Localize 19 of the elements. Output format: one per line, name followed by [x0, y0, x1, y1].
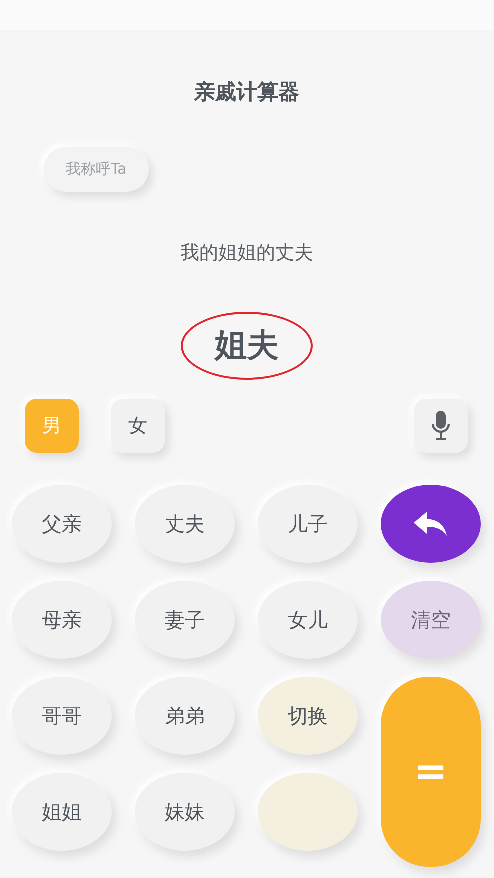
switch-button[interactable]: 切换: [258, 677, 358, 755]
microphone-icon: [432, 411, 450, 441]
app-title: 亲戚计算器: [193, 79, 300, 106]
circled-result-text: 姐夫: [181, 312, 313, 380]
clear-button[interactable]: 清空: [381, 581, 481, 659]
relation-key[interactable]: 父亲: [12, 485, 112, 563]
gender-button[interactable]: 女: [111, 399, 165, 453]
undo-arrow-icon: [414, 512, 448, 536]
microphone-button[interactable]: [414, 399, 468, 453]
relation-key[interactable]: 丈夫: [135, 485, 235, 563]
relation-key[interactable]: 哥哥: [12, 677, 112, 755]
relation-key[interactable]: 妻子: [135, 581, 235, 659]
relation-key[interactable]: 妹妹: [135, 773, 235, 851]
relation-key[interactable]: 弟弟: [135, 677, 235, 755]
relation-expression: 我的姐姐的丈夫: [180, 241, 314, 266]
relation-key[interactable]: 女儿: [258, 581, 358, 659]
relation-key[interactable]: 母亲: [12, 581, 112, 659]
relation-key[interactable]: 儿子: [258, 485, 358, 563]
relation-key[interactable]: 姐姐: [12, 773, 112, 851]
